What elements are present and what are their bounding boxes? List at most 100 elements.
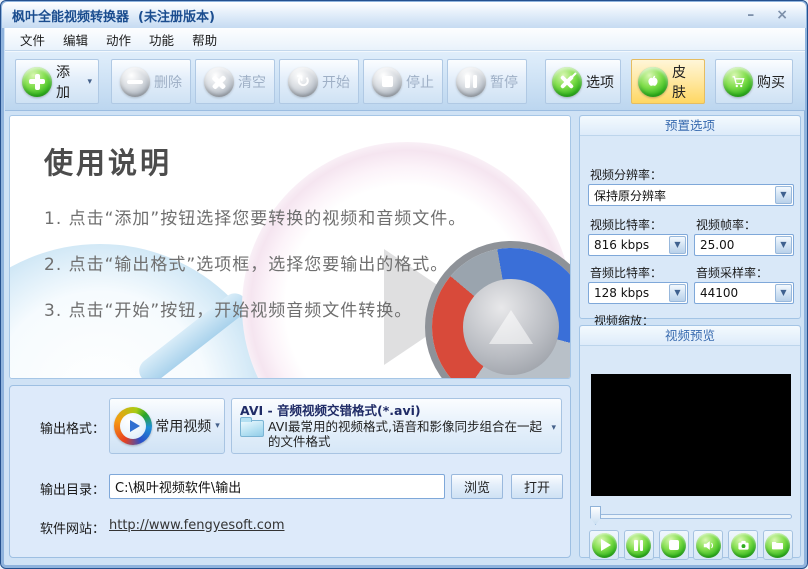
chevron-down-icon[interactable]: ▼ [775, 186, 792, 204]
sample-rate-value: 44100 [695, 286, 775, 300]
menu-item-edit[interactable]: 编辑 [54, 27, 97, 52]
minimize-icon[interactable]: – [747, 8, 754, 22]
preview-snapshot-button[interactable] [728, 530, 758, 560]
toolbar-skin-button[interactable]: 皮肤 [631, 59, 705, 104]
sample-rate-combo[interactable]: 44100 ▼ [694, 282, 794, 304]
options-tools-icon [552, 67, 582, 97]
toolbar-delete-button[interactable]: 删除 [111, 59, 191, 104]
instruction-step-2: 2. 点击“输出格式”选项框，选择您要输出的格式。 [44, 250, 448, 275]
toolbar-add-button[interactable]: 添加 ▾ [15, 59, 99, 104]
add-dropdown-icon[interactable]: ▾ [87, 77, 92, 87]
format-category-button[interactable]: 常用视频 ▾ [109, 398, 225, 454]
chevron-down-icon[interactable]: ▼ [775, 236, 792, 254]
chevron-down-icon[interactable]: ▼ [669, 236, 686, 254]
resolution-value: 保持原分辨率 [589, 187, 775, 204]
preview-group: 视频预览 [579, 325, 801, 558]
arrow-glyph: ▼ [674, 289, 680, 297]
watermark-up-arrow-icon [489, 310, 533, 344]
add-icon [22, 67, 52, 97]
toolbar-options-button[interactable]: 选项 [545, 59, 621, 104]
output-panel: 输出格式： 常用视频 ▾ AVI - 音频视频交错格式(*.avi) AVI最常… [9, 385, 571, 558]
toolbar-options-label: 选项 [586, 72, 614, 92]
toolbar-stop-button[interactable]: 停止 [363, 59, 443, 104]
instruction-step-1: 1. 点击“添加”按钮选择您要转换的视频和音频文件。 [44, 204, 466, 229]
seek-slider-thumb[interactable] [590, 506, 601, 525]
toolbar-start-button[interactable]: ↻ 开始 [279, 59, 359, 104]
play-icon [592, 533, 617, 558]
toolbar-skin-label: 皮肤 [672, 62, 698, 102]
watermark-logo-inner [463, 279, 559, 375]
folder-icon [765, 533, 790, 558]
close-icon[interactable]: × [776, 8, 788, 22]
audio-bitrate-value: 128 kbps [589, 286, 669, 300]
presets-group-title: 预置选项 [580, 116, 800, 136]
framerate-value: 25.00 [695, 238, 775, 252]
format-dropdown-icon[interactable]: ▾ [551, 423, 556, 433]
format-description: AVI最常用的视频格式,语音和影像同步组合在一起的文件格式 [268, 419, 543, 449]
arrow-glyph: ▼ [780, 191, 786, 199]
open-button[interactable]: 打开 [511, 474, 563, 499]
preview-play-button[interactable] [589, 530, 619, 560]
speaker-icon [696, 533, 721, 558]
start-glyph: ↻ [294, 73, 312, 91]
stop-icon [372, 67, 402, 97]
output-format-label: 输出格式： [40, 418, 105, 437]
seek-slider[interactable] [590, 506, 792, 526]
video-bitrate-combo[interactable]: 816 kbps ▼ [588, 234, 688, 256]
website-label: 软件网站： [40, 518, 105, 537]
output-directory-label: 输出目录： [40, 479, 105, 498]
preview-folder-button[interactable] [763, 530, 793, 560]
resolution-combo[interactable]: 保持原分辨率 ▼ [588, 184, 794, 206]
video-bitrate-value: 816 kbps [589, 238, 669, 252]
window-title: 枫叶全能视频转换器 (未注册版本) [12, 6, 215, 25]
start-icon: ↻ [288, 67, 318, 97]
framerate-combo[interactable]: 25.00 ▼ [694, 234, 794, 256]
video-preview-screen [591, 374, 791, 496]
buy-cart-icon [723, 67, 753, 97]
menu-item-file[interactable]: 文件 [11, 27, 54, 52]
arrow-glyph: ▼ [780, 241, 786, 249]
toolbar-add-label: 添加 [56, 62, 82, 102]
toolbar-buy-label: 购买 [757, 72, 785, 92]
format-folder-icon [240, 420, 264, 437]
output-directory-input[interactable] [109, 474, 445, 499]
menu-item-help[interactable]: 帮助 [183, 27, 226, 52]
toolbar-buy-button[interactable]: 购买 [715, 59, 793, 104]
framerate-label: 视频帧率： [696, 216, 756, 233]
media-player-icon [114, 407, 152, 445]
website-link[interactable]: http://www.fengyesoft.com [109, 518, 285, 533]
menu-item-action[interactable]: 动作 [97, 27, 140, 52]
preview-stop-button[interactable] [659, 530, 689, 560]
menu-item-function[interactable]: 功能 [140, 27, 183, 52]
toolbar-pause-button[interactable]: 暂停 [447, 59, 527, 104]
video-bitrate-label: 视频比特率： [590, 216, 662, 233]
toolbar-delete-label: 删除 [154, 72, 182, 92]
instructions-title: 使用说明 [44, 140, 172, 182]
toolbar-start-label: 开始 [322, 72, 350, 92]
clear-icon [204, 67, 234, 97]
format-combo[interactable]: AVI - 音频视频交错格式(*.avi) AVI最常用的视频格式,语音和影像同… [231, 398, 562, 454]
seek-slider-track[interactable] [590, 514, 792, 519]
category-dropdown-icon: ▾ [215, 421, 220, 431]
menu-bar: 文件 编辑 动作 功能 帮助 [5, 28, 805, 51]
stop-icon [661, 533, 686, 558]
camera-icon [731, 533, 756, 558]
instruction-step-3: 3. 点击“开始”按钮，开始视频音频文件转换。 [44, 296, 412, 321]
format-title: AVI - 音频视频交错格式(*.avi) [240, 403, 543, 418]
preview-pause-button[interactable] [624, 530, 654, 560]
resolution-label: 视频分辨率： [590, 166, 662, 183]
playback-controls [589, 530, 793, 560]
chevron-down-icon[interactable]: ▼ [669, 284, 686, 302]
preview-volume-button[interactable] [693, 530, 723, 560]
browse-button[interactable]: 浏览 [451, 474, 503, 499]
toolbar-clear-button[interactable]: 清空 [195, 59, 275, 104]
title-bar[interactable]: 枫叶全能视频转换器 (未注册版本) – × [2, 2, 806, 28]
arrow-glyph: ▼ [780, 289, 786, 297]
preview-group-title: 视频预览 [580, 326, 800, 346]
audio-bitrate-combo[interactable]: 128 kbps ▼ [588, 282, 688, 304]
window-controls: – × [747, 8, 796, 22]
presets-group: 预置选项 视频分辨率： 保持原分辨率 ▼ 视频比特率： 视频帧率： 816 kb… [579, 115, 801, 319]
toolbar: 添加 ▾ 删除 清空 ↻ 开始 停止 暂停 选项 [5, 51, 805, 111]
chevron-down-icon[interactable]: ▼ [775, 284, 792, 302]
pause-icon [626, 533, 651, 558]
